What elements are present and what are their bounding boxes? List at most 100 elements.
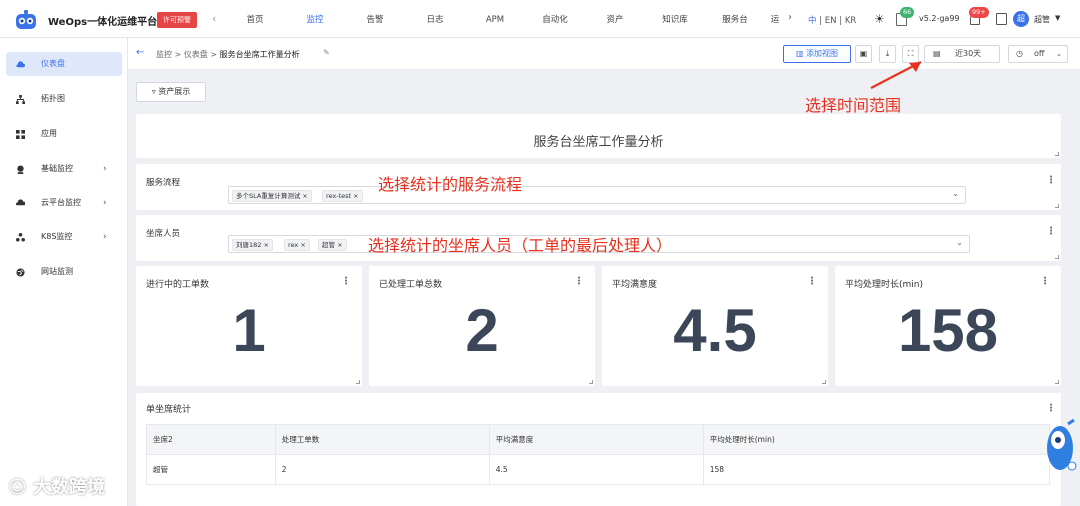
nav-item-knowledge[interactable]: 知识库 — [645, 0, 705, 38]
chevron-down-icon: ⌄ — [952, 189, 959, 198]
annotation-agent: 选择统计的坐席人员（工单的最后处理人） — [368, 236, 673, 255]
sidebar-item-website-monitor[interactable]: 网站监测 — [6, 260, 122, 284]
more-vertical-icon[interactable]: ⋮ — [574, 277, 584, 287]
nav-item-ops[interactable]: 运 — [765, 0, 785, 38]
lang-kr[interactable]: KR — [845, 16, 856, 26]
sidebar-item-label: K8S监控 — [41, 232, 73, 241]
tag-label: 多个SLA重复计算测试 — [236, 192, 301, 200]
theme-sun-icon[interactable]: ☀ — [874, 12, 885, 26]
table-header[interactable]: 坐席2 — [146, 424, 276, 455]
resize-handle-icon[interactable] — [1055, 152, 1059, 156]
breadcrumb: 监控 > 仪表盘 > 服务台坐席工作量分析 — [156, 50, 300, 59]
nav-item-log[interactable]: 日志 — [405, 0, 465, 38]
refresh-clock-icon: ◷ — [1016, 49, 1023, 58]
table-header[interactable]: 处理工单数 — [274, 424, 490, 455]
stat-card-avg-duration: 平均处理时长(min) ⋮ 158 — [835, 266, 1061, 386]
more-vertical-icon[interactable]: ⋮ — [341, 277, 351, 287]
close-icon[interactable]: × — [264, 241, 269, 249]
notification-count-badge: 66 — [900, 7, 915, 18]
dashboard-content: ▿ 资产展示 选择时间范围 服务台坐席工作量分析 服务流程 多个SLA重复计算测… — [128, 61, 1080, 506]
sidebar-item-label: 基础监控 — [41, 164, 73, 173]
asset-display-label: 资产展示 — [158, 87, 191, 96]
filter-label-process: 服务流程 — [146, 178, 181, 188]
more-vertical-icon[interactable]: ⋮ — [1040, 277, 1050, 287]
chevron-right-icon: › — [103, 164, 107, 174]
auto-refresh-select[interactable]: ◷ off ⌄ — [1008, 45, 1068, 63]
nav-item-monitor[interactable]: 监控 — [285, 0, 345, 38]
user-name[interactable]: 超管 — [1034, 14, 1050, 25]
edit-pencil-icon[interactable]: ✎ — [323, 48, 330, 57]
sidebar-item-cloud-monitor[interactable]: 云平台监控 › — [6, 191, 122, 215]
nav-item-automation[interactable]: 自动化 — [525, 0, 585, 38]
nav-item-assets[interactable]: 资产 — [585, 0, 645, 38]
table-row: 超管 2 4.5 158 — [146, 454, 1051, 485]
calendar-icon[interactable] — [996, 13, 1007, 25]
lang-zh[interactable]: 中 — [808, 16, 817, 26]
nav-item-apm[interactable]: APM — [465, 0, 525, 38]
sidebar-item-topology[interactable]: 拓扑图 — [6, 87, 122, 111]
logo-icon — [16, 10, 36, 29]
sidebar: 仪表盘 拓扑图 应用 基础监控 › 云平台监控 › K8S监控 › 网站监测 — [0, 38, 128, 506]
add-view-button[interactable]: ▥ 添加视图 — [783, 45, 851, 63]
top-bar: WeOps一体化运维平台 许可预警 ‹ 首页 监控 告警 日志 APM 自动化 … — [0, 0, 1080, 38]
tag-label: 超管 — [322, 241, 335, 249]
globe-icon — [16, 268, 25, 277]
resize-handle-icon[interactable] — [1055, 204, 1059, 208]
sidebar-item-label: 云平台监控 — [41, 198, 81, 207]
nav-item-servicedesk[interactable]: 服务台 — [705, 0, 765, 38]
add-view-label: 添加视图 — [806, 49, 839, 58]
sidebar-item-apps[interactable]: 应用 — [6, 122, 122, 146]
watermark-logo-icon: ☺ — [8, 477, 27, 498]
filter-label-agent: 坐席人员 — [146, 229, 181, 239]
sidebar-item-label: 拓扑图 — [41, 94, 65, 103]
breadcrumb-dashboard[interactable]: 仪表盘 — [184, 50, 208, 59]
more-vertical-icon[interactable]: ⋮ — [1046, 227, 1056, 237]
stat-label: 平均处理时长(min) — [845, 280, 923, 290]
stat-card-avg-satisfaction: 平均满意度 ⋮ 4.5 — [602, 266, 828, 386]
resize-handle-icon[interactable] — [822, 380, 826, 384]
table-header[interactable]: 平均处理时长(min) — [702, 424, 1051, 455]
process-select[interactable]: 多个SLA重复计算测试 × rex-test × ⌄ — [228, 186, 966, 204]
watermark-text: 大数跨境 — [33, 477, 106, 498]
caret-down-icon[interactable]: ▼ — [1055, 14, 1060, 22]
resize-handle-icon[interactable] — [356, 380, 360, 384]
sidebar-item-k8s-monitor[interactable]: K8S监控 › — [6, 225, 122, 249]
sidebar-item-label: 网站监测 — [41, 267, 73, 276]
close-icon[interactable]: × — [353, 192, 358, 200]
close-icon[interactable]: × — [300, 241, 305, 249]
title-panel: 服务台坐席工作量分析 — [136, 114, 1061, 158]
alert-count-badge: 99+ — [969, 7, 989, 18]
agent-stats-table-panel: 单坐席统计 ⋮ 坐席2 处理工单数 平均满意度 平均处理时长(min) 超管 2… — [136, 393, 1061, 506]
breadcrumb-monitor[interactable]: 监控 — [156, 50, 172, 59]
nav-item-alarm[interactable]: 告警 — [345, 0, 405, 38]
tag-label: 刘唐182 — [236, 241, 262, 249]
annotation-arrow-icon — [870, 61, 922, 89]
asset-display-button[interactable]: ▿ 资产展示 — [136, 82, 206, 102]
resize-handle-icon[interactable] — [1055, 255, 1059, 259]
nav-prev-icon[interactable]: ‹ — [212, 12, 216, 25]
more-vertical-icon[interactable]: ⋮ — [807, 277, 817, 287]
close-icon[interactable]: × — [337, 241, 342, 249]
table-header[interactable]: 平均满意度 — [488, 424, 704, 455]
calendar-icon: ▤ — [933, 49, 941, 58]
more-vertical-icon[interactable]: ⋮ — [1046, 404, 1056, 414]
avatar[interactable]: 超 — [1013, 11, 1029, 27]
sidebar-item-dashboard[interactable]: 仪表盘 — [6, 52, 122, 76]
sidebar-item-label: 仪表盘 — [41, 59, 65, 68]
sidebar-item-basic-monitor[interactable]: 基础监控 › — [6, 157, 122, 181]
resize-handle-icon[interactable] — [589, 380, 593, 384]
filter-panel-process: 服务流程 多个SLA重复计算测试 × rex-test × ⌄ ⋮ — [136, 164, 1061, 210]
close-icon[interactable]: × — [302, 192, 307, 200]
assistant-robot-icon[interactable] — [1042, 418, 1078, 474]
filter-icon: ▿ — [151, 87, 156, 96]
stat-label: 已处理工单总数 — [379, 280, 443, 290]
table-cell: 4.5 — [488, 454, 704, 485]
resize-handle-icon[interactable] — [1055, 380, 1059, 384]
time-range-picker[interactable]: ▤ 近30天 — [924, 45, 1000, 63]
nav-item-home[interactable]: 首页 — [225, 0, 285, 38]
nav-next-icon[interactable]: › — [788, 12, 792, 23]
lang-en[interactable]: EN — [825, 16, 837, 26]
license-warning-button[interactable]: 许可预警 — [157, 12, 197, 28]
more-vertical-icon[interactable]: ⋮ — [1046, 176, 1056, 186]
back-arrow-icon[interactable]: ← — [136, 47, 144, 58]
